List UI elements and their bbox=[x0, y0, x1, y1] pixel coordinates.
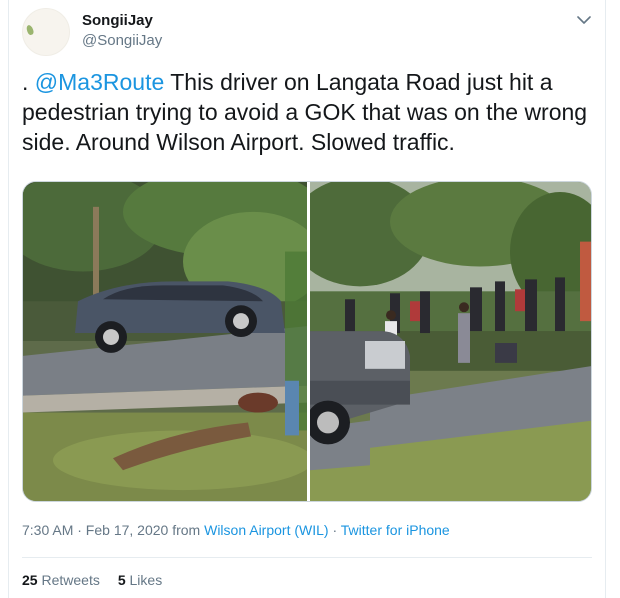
mention-link[interactable]: @Ma3Route bbox=[35, 69, 164, 95]
like-label: Likes bbox=[129, 572, 163, 588]
like-count: 5 bbox=[117, 572, 126, 588]
location-link[interactable]: Wilson Airport (WIL) bbox=[204, 522, 328, 538]
avatar[interactable] bbox=[22, 8, 70, 56]
retweet-label: Retweets bbox=[41, 572, 100, 588]
photo-accident-car[interactable] bbox=[23, 182, 307, 501]
retweet-count: 25 bbox=[22, 572, 38, 588]
likes-stat[interactable]: 5 Likes bbox=[118, 572, 162, 588]
media-grid bbox=[22, 181, 592, 502]
tweet-text: . @Ma3Route This driver on Langata Road … bbox=[22, 67, 592, 157]
meta-separator: · bbox=[328, 522, 341, 538]
retweets-stat[interactable]: 25 Retweets bbox=[22, 572, 100, 588]
engagement-stats: 25 Retweets 5 Likes bbox=[22, 572, 162, 588]
source-link[interactable]: Twitter for iPhone bbox=[341, 522, 450, 538]
avatar-leaf-graphic bbox=[25, 24, 35, 36]
tweet-meta: 7:30 AM · Feb 17, 2020 from Wilson Airpo… bbox=[22, 522, 450, 538]
chevron-down-icon[interactable] bbox=[574, 10, 594, 30]
display-name[interactable]: SongiiJay bbox=[82, 12, 153, 29]
tweet-text-prefix: . bbox=[22, 69, 35, 95]
photo-crowd-roadside[interactable] bbox=[310, 182, 591, 501]
timestamp[interactable]: 7:30 AM · Feb 17, 2020 bbox=[22, 522, 168, 538]
from-text: from bbox=[168, 522, 205, 538]
divider bbox=[22, 557, 592, 558]
user-handle[interactable]: @SongiiJay bbox=[82, 32, 162, 49]
